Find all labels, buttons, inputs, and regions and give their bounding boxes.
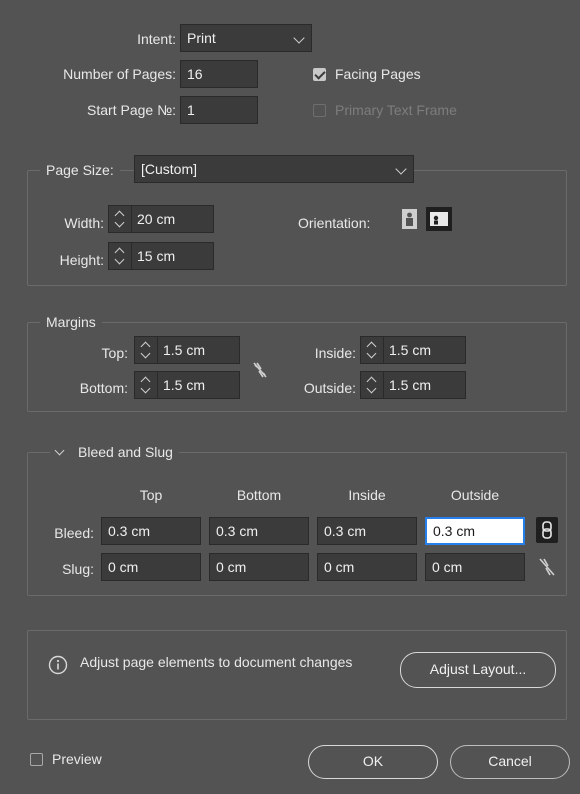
unlink-icon[interactable] [252, 361, 268, 379]
slug-label: Slug: [62, 561, 94, 577]
bleed-label: Bleed: [54, 525, 94, 541]
preview-checkbox[interactable] [30, 753, 43, 766]
stepper-arrows-icon[interactable] [109, 243, 132, 269]
margins-title: Margins [40, 314, 102, 330]
chevron-down-icon [395, 163, 407, 175]
margin-top-spinner[interactable]: 1.5 cm [134, 336, 240, 364]
bleed-bottom-field[interactable]: 0.3 cm [209, 517, 309, 545]
page-size-select[interactable]: [Custom] [134, 155, 414, 183]
chevron-down-icon [54, 445, 65, 456]
width-spinner[interactable]: 20 cm [108, 205, 214, 233]
margin-inside-value: 1.5 cm [389, 342, 432, 358]
bleed-slug-title: Bleed and Slug [78, 444, 173, 460]
height-label: Height: [59, 252, 104, 268]
intent-value: Print [187, 30, 216, 46]
bleed-top-field[interactable]: 0.3 cm [101, 517, 201, 545]
start-page-label: Start Page №: [87, 102, 176, 118]
primary-text-frame-label: Primary Text Frame [335, 102, 457, 118]
adjust-info-text: Adjust page elements to document changes [80, 654, 353, 670]
margin-bottom-label: Bottom: [79, 380, 128, 396]
page-size-label: Page Size: [40, 162, 120, 178]
margin-top-label: Top: [101, 345, 128, 361]
margin-top-value: 1.5 cm [163, 342, 206, 358]
intent-select[interactable]: Print [180, 24, 312, 52]
margin-bottom-spinner[interactable]: 1.5 cm [134, 371, 240, 399]
landscape-icon[interactable] [426, 207, 452, 231]
slug-inside-field[interactable]: 0 cm [317, 553, 417, 581]
stepper-arrows-icon[interactable] [361, 337, 384, 363]
margin-outside-spinner[interactable]: 1.5 cm [360, 371, 466, 399]
page-size-value: [Custom] [141, 161, 198, 177]
margin-bottom-value: 1.5 cm [163, 377, 206, 393]
width-value: 20 cm [137, 211, 176, 227]
pages-label: Number of Pages: [63, 66, 176, 82]
margin-inside-label: Inside: [314, 345, 356, 361]
margin-outside-label: Outside: [303, 380, 356, 396]
column-outside-header: Outside [450, 487, 500, 503]
stepper-arrows-icon[interactable] [361, 372, 384, 398]
height-spinner[interactable]: 15 cm [108, 242, 214, 270]
start-page-field[interactable]: 1 [180, 96, 258, 124]
slug-bottom-field[interactable]: 0 cm [209, 553, 309, 581]
bleed-slug-toggle[interactable]: Bleed and Slug [50, 444, 179, 460]
portrait-icon[interactable] [400, 208, 419, 230]
adjust-layout-button[interactable]: Adjust Layout... [400, 652, 556, 688]
info-icon [48, 655, 68, 675]
chevron-down-icon [293, 32, 305, 44]
stepper-arrows-icon[interactable] [135, 337, 158, 363]
orientation-label: Orientation: [298, 215, 371, 231]
height-value: 15 cm [137, 248, 176, 264]
margin-inside-spinner[interactable]: 1.5 cm [360, 336, 466, 364]
stepper-arrows-icon[interactable] [135, 372, 158, 398]
bleed-inside-field[interactable]: 0.3 cm [317, 517, 417, 545]
link-icon[interactable] [536, 517, 558, 543]
column-bottom-header: Bottom [236, 487, 282, 503]
unlink-icon[interactable] [538, 557, 556, 577]
column-inside-header: Inside [348, 487, 386, 503]
margins-group [27, 322, 567, 412]
column-top-header: Top [139, 487, 163, 503]
width-label: Width: [64, 215, 104, 231]
margin-outside-value: 1.5 cm [389, 377, 432, 393]
facing-pages-label: Facing Pages [335, 66, 421, 82]
slug-outside-field[interactable]: 0 cm [425, 553, 525, 581]
cancel-button[interactable]: Cancel [450, 745, 570, 779]
pages-field[interactable]: 16 [180, 60, 258, 88]
slug-top-field[interactable]: 0 cm [101, 553, 201, 581]
facing-pages-checkbox[interactable] [313, 68, 326, 81]
stepper-arrows-icon[interactable] [109, 206, 132, 232]
intent-label: Intent: [137, 31, 176, 47]
bleed-outside-field[interactable]: 0.3 cm [425, 517, 525, 545]
preview-label: Preview [52, 751, 102, 767]
primary-text-frame-checkbox[interactable] [313, 104, 326, 117]
ok-button[interactable]: OK [308, 745, 438, 779]
